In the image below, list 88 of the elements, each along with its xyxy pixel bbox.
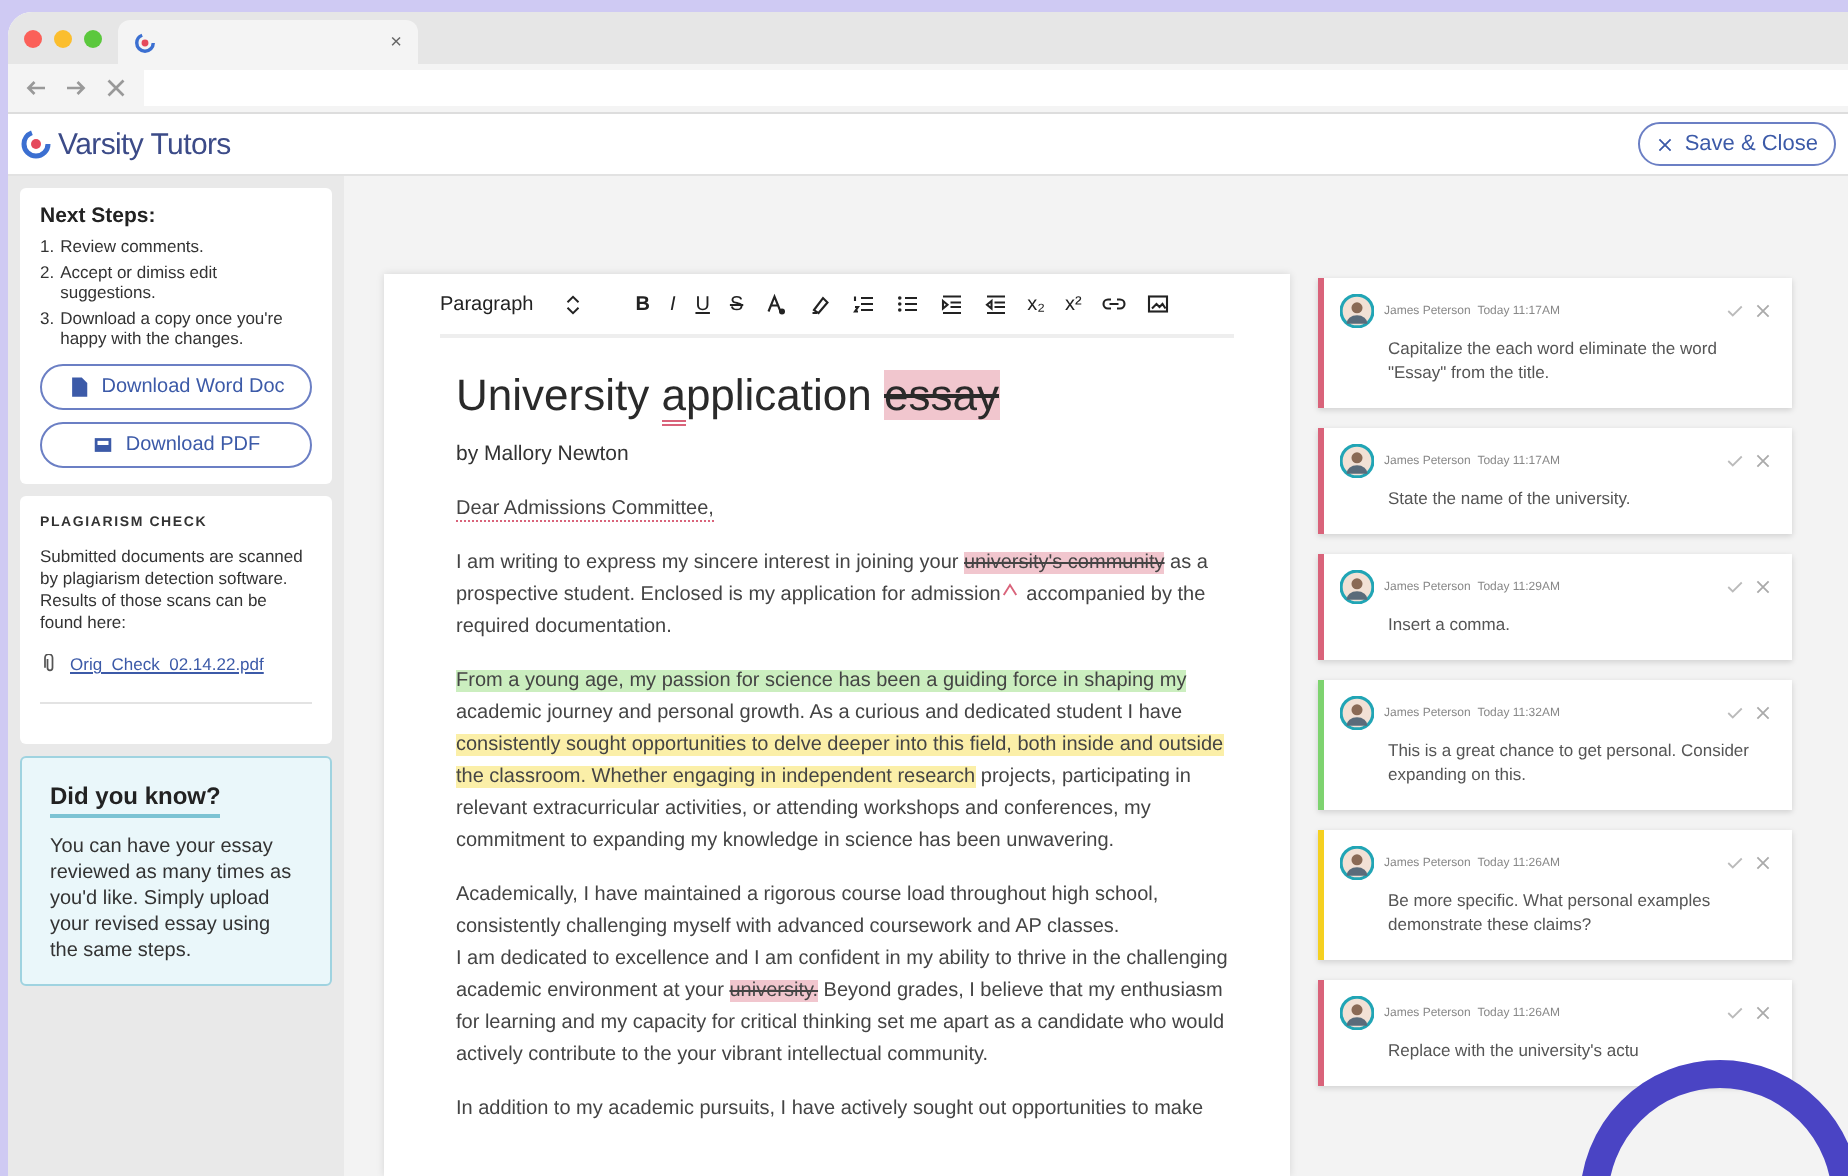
- comment-text: State the name of the university.: [1386, 486, 1633, 510]
- paragraph-style-dropdown[interactable]: Paragraph: [440, 293, 534, 315]
- comment-text: This is a great chance to get personal. Consider expanding on this.: [1386, 738, 1751, 786]
- comment-text: Replace with the university's actu: [1386, 1038, 1641, 1062]
- accept-button[interactable]: [1726, 578, 1744, 596]
- back-arrow-icon: [24, 76, 48, 100]
- close-icon: [1754, 302, 1772, 320]
- close-icon: [1754, 452, 1772, 470]
- next-steps-title: Next Steps:: [40, 204, 158, 228]
- underline-button[interactable]: U: [695, 293, 710, 315]
- text-color-icon: [763, 292, 788, 316]
- logo-icon: [134, 31, 156, 53]
- forward-arrow-icon: [64, 76, 88, 100]
- logo-icon: [20, 128, 52, 160]
- essay-paragraph: I am writing to express my sincere interest in joining your university's community as a prospective student. Enclosed is my application for admission accompanied by the required documentation.: [456, 550, 1210, 642]
- maximize-window-icon[interactable]: [84, 29, 102, 47]
- tab-close-button[interactable]: ×: [390, 31, 402, 53]
- insert-caret-icon: [1000, 580, 1021, 600]
- avatar-icon: [1340, 996, 1374, 1030]
- essay-paragraph: From a young age, my passion for science has been a guiding force in shaping my academic journey and personal growth. As a curious and dedicated student I have consistently sought opportunities to delve deeper into this field, both inside and outside the classroom. Whether engaging in independent research projects, participating in relevant extracurricular activities, or attending workshops and conferences, my commitment to expanding my knowledge in science has been unwavering.: [456, 668, 1226, 856]
- close-icon: [1754, 704, 1772, 722]
- indent-icon: [939, 292, 964, 316]
- check-icon: [1726, 578, 1744, 596]
- image-icon: [1145, 292, 1170, 316]
- comment-text: Capitalize the each word eliminate the word "Essay" from the title.: [1386, 336, 1719, 384]
- tip-title: Did you know?: [50, 782, 221, 818]
- avatar-icon: [1340, 444, 1374, 478]
- dismiss-button[interactable]: [1754, 452, 1772, 470]
- comment-text: Be more specific. What personal examples demonstrate these claims?: [1386, 888, 1713, 936]
- bullet-list-icon: [895, 292, 920, 316]
- dismiss-button[interactable]: [1754, 854, 1772, 872]
- plagiarism-text: Submitted documents are scanned by plagiarism detection software. Results of those scans can be found here:: [40, 546, 305, 634]
- check-icon: [1726, 302, 1744, 320]
- dismiss-button[interactable]: [1754, 578, 1772, 596]
- avatar-icon: [1340, 294, 1374, 328]
- link-icon: [1101, 292, 1126, 316]
- numbered-list-icon: [851, 292, 876, 316]
- essay-title: University application essay: [456, 370, 1234, 422]
- check-icon: [1726, 452, 1744, 470]
- accept-button[interactable]: [1726, 704, 1744, 722]
- outdent-icon: [983, 292, 1008, 316]
- check-icon: [1726, 1004, 1744, 1022]
- dismiss-button[interactable]: [1754, 302, 1772, 320]
- check-icon: [1726, 854, 1744, 872]
- bold-button[interactable]: B: [635, 293, 650, 315]
- accept-button[interactable]: [1726, 854, 1744, 872]
- essay-paragraph: Academically, I have maintained a rigorous course load throughout high school, consistently challenging myself with advanced coursework and AP classes. I am dedicated to excellence and I am confident in my ability to thrive in the challenging academic environment at your university. Beyond grades, I believe that my enthusiasm for learning and my capacity for critical thinking set me apart as a candidate who would actively contribute to the your vibrant intellectual community.: [456, 882, 1230, 1070]
- avatar-icon: [1340, 846, 1374, 880]
- close-icon: [1754, 1004, 1772, 1022]
- pdf-icon: [91, 434, 114, 456]
- download-button[interactable]: Download Word Doc: [40, 364, 312, 410]
- logo-text: Varsity Tutors: [58, 127, 231, 161]
- accept-button[interactable]: [1726, 302, 1744, 320]
- tip-text: You can have your essay reviewed as many times as you'd like. Simply upload your revised essay using the same steps.: [50, 834, 294, 964]
- close-icon: [1754, 578, 1772, 596]
- step-number: 1.: [40, 236, 55, 256]
- step-text: Download a copy once you're happy with the changes.: [60, 308, 285, 348]
- avatar-icon: [1340, 696, 1374, 730]
- minimize-window-icon[interactable]: [54, 29, 72, 47]
- step-text: Accept or dimiss edit suggestions.: [60, 262, 220, 302]
- script-button[interactable]: x₂: [1027, 293, 1046, 315]
- check-icon: [1726, 704, 1744, 722]
- browser-tab[interactable]: ×: [118, 20, 418, 64]
- dismiss-button[interactable]: [1754, 1004, 1772, 1022]
- strikethrough-button[interactable]: S: [729, 293, 744, 315]
- step-number: 2.: [40, 262, 55, 286]
- document-icon: [67, 376, 90, 398]
- save-and-close-button[interactable]: Save & Close: [1638, 122, 1836, 166]
- comment-text: Insert a comma.: [1386, 612, 1512, 636]
- accept-button[interactable]: [1726, 1004, 1744, 1022]
- script-button[interactable]: x²: [1065, 293, 1082, 315]
- avatar-icon: [1340, 570, 1374, 604]
- close-icon: [1656, 135, 1675, 153]
- step-number: 3.: [40, 308, 55, 332]
- report-file-link[interactable]: Orig_Check_02.14.22.pdf: [70, 654, 264, 674]
- step-text: Review comments.: [60, 236, 204, 256]
- italic-button[interactable]: I: [669, 293, 676, 315]
- close-icon: [1754, 854, 1772, 872]
- essay-paragraph: Dear Admissions Committee,: [456, 496, 716, 526]
- essay-byline: by Mallory Newton: [456, 442, 631, 466]
- highlighter-icon: [807, 292, 832, 316]
- accept-button[interactable]: [1726, 452, 1744, 470]
- essay-paragraph: In addition to my academic pursuits, I have actively sought out opportunities to make: [456, 1096, 1206, 1124]
- download-button[interactable]: Download PDF: [40, 422, 312, 468]
- dismiss-button[interactable]: [1754, 704, 1772, 722]
- close-icon: [104, 76, 128, 100]
- up-down-chevron-icon: [561, 293, 584, 315]
- close-window-icon[interactable]: [24, 29, 42, 47]
